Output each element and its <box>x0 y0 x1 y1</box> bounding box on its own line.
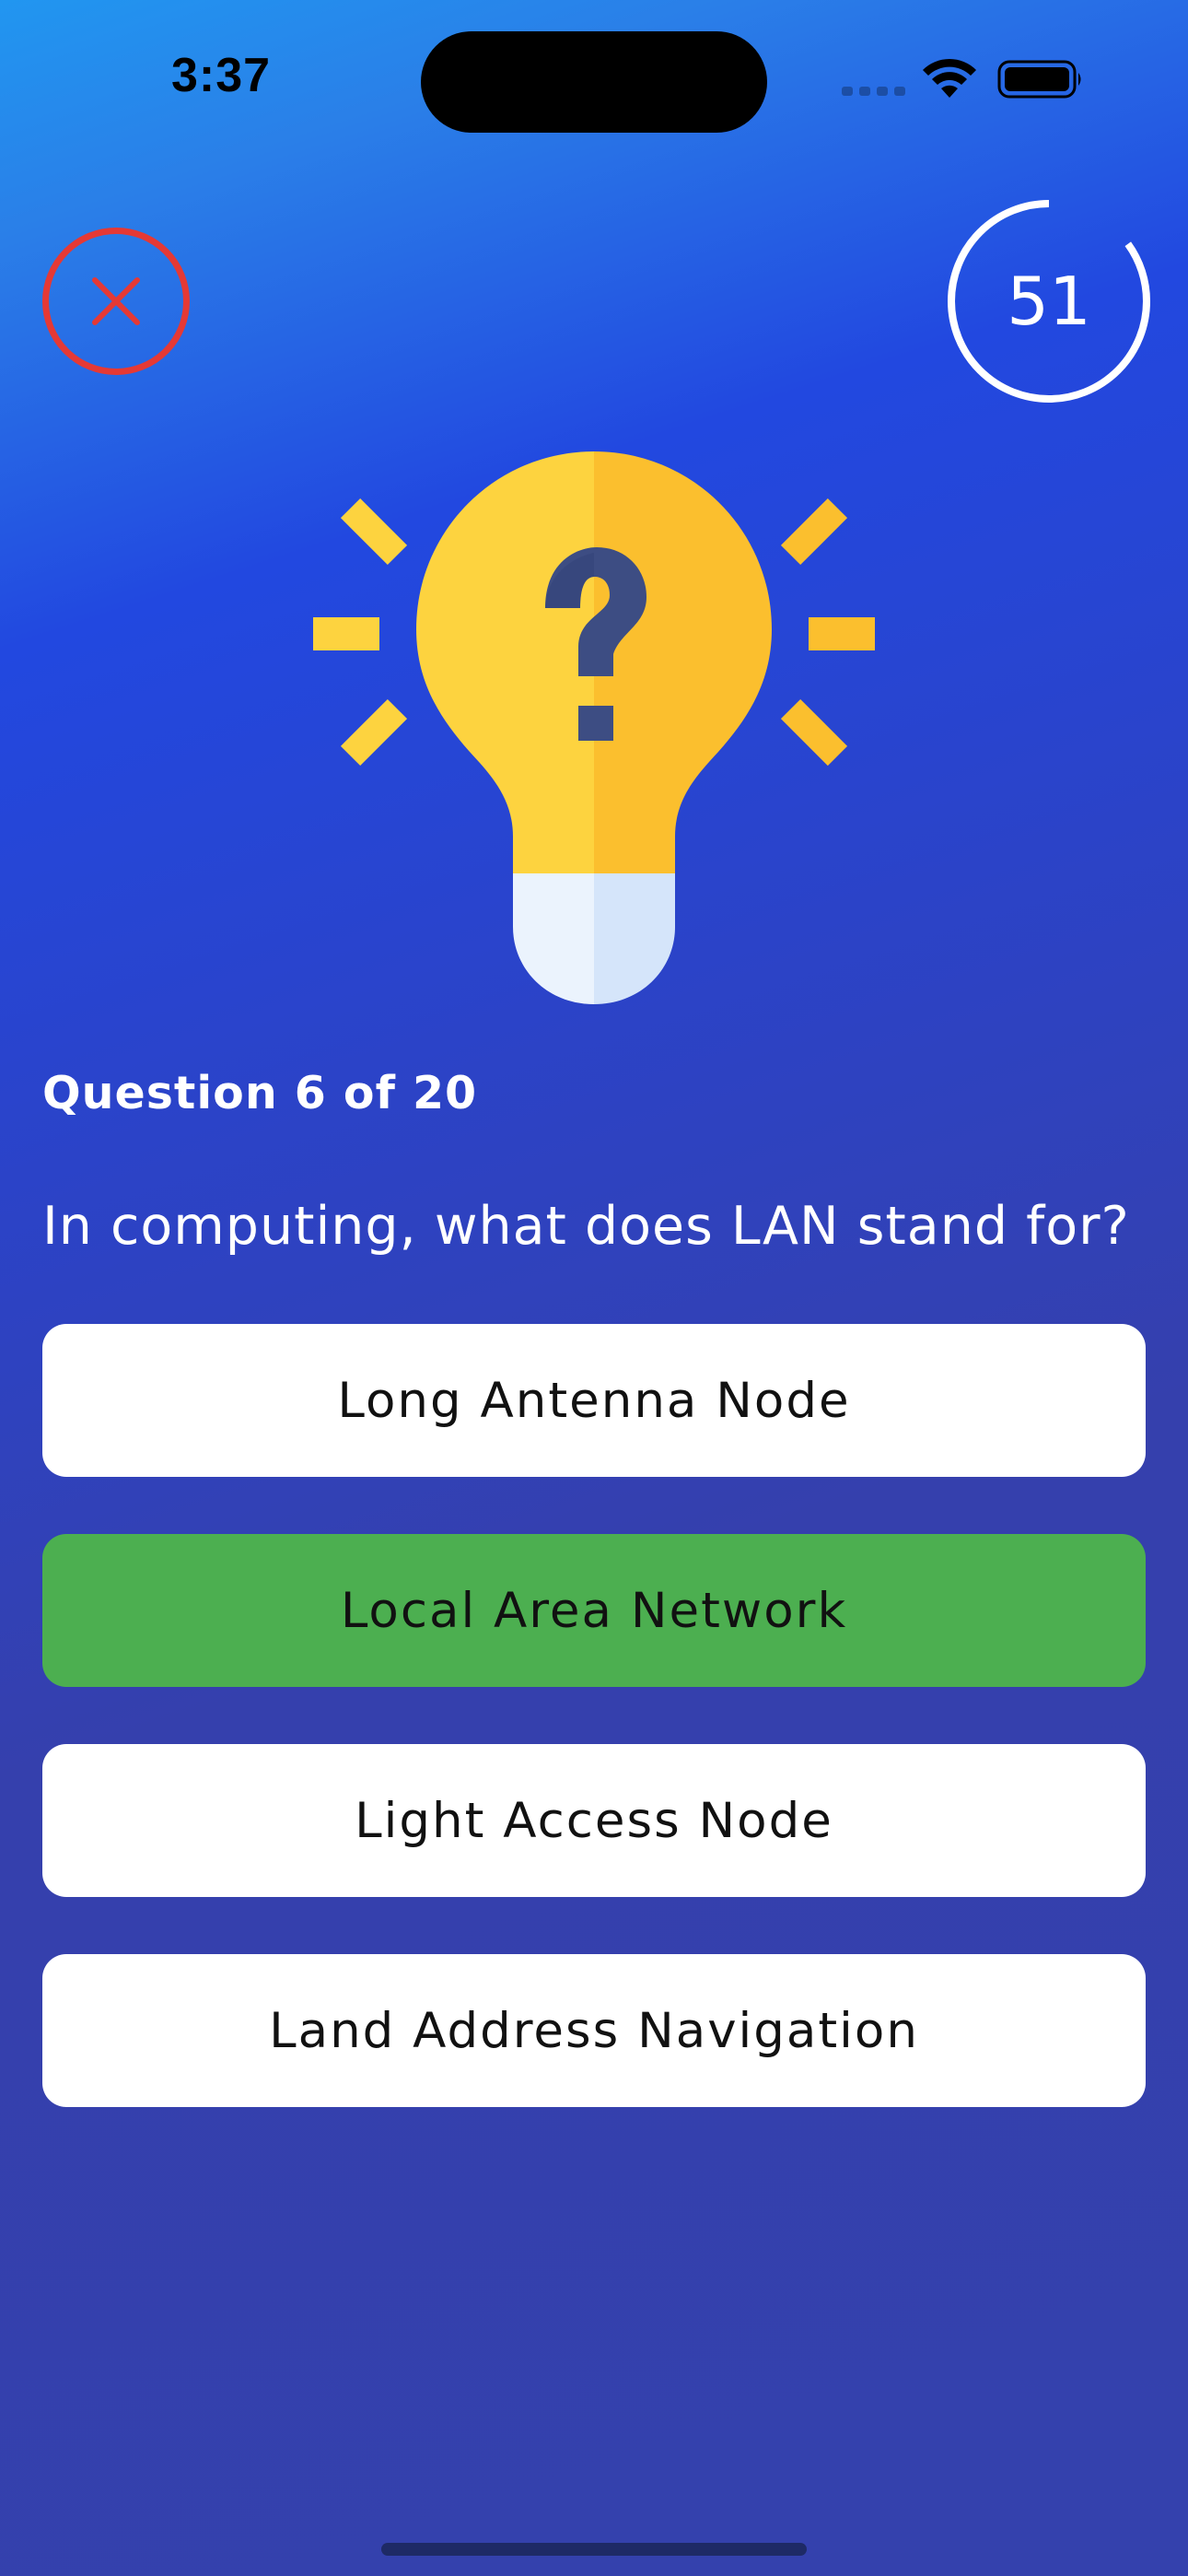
timer-value: 51 <box>1007 263 1091 340</box>
home-indicator[interactable] <box>381 2543 807 2556</box>
answer-option[interactable]: Long Antenna Node <box>42 1324 1146 1477</box>
status-time: 3:37 <box>171 49 272 102</box>
answer-option[interactable]: Land Address Navigation <box>42 1954 1146 2107</box>
wifi-icon <box>923 58 976 98</box>
question-counter: Question 6 of 20 <box>42 1067 478 1119</box>
close-button[interactable] <box>42 228 190 375</box>
dynamic-island <box>421 31 767 133</box>
answer-option-correct[interactable]: Local Area Network <box>42 1534 1146 1687</box>
question-text: In computing, what does LAN stand for? <box>42 1196 1130 1257</box>
countdown-timer: 51 <box>943 195 1155 407</box>
close-icon <box>92 277 140 325</box>
answer-option[interactable]: Light Access Node <box>42 1744 1146 1897</box>
signal-icon <box>842 83 906 96</box>
battery-icon <box>997 60 1081 99</box>
lightbulb-question-icon <box>313 451 875 1004</box>
